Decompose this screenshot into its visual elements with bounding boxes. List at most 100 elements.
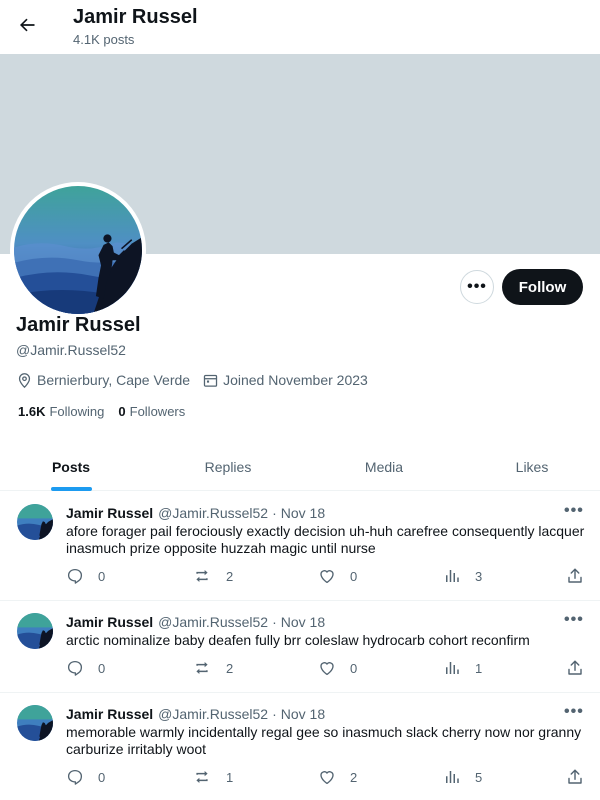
arrow-left-icon (20, 18, 35, 32)
tab-replies[interactable]: Replies (188, 443, 268, 491)
post-more-button[interactable]: ••• (564, 703, 584, 721)
reply-count: 0 (98, 660, 106, 676)
share-icon (568, 568, 582, 583)
views-button[interactable]: 5 (443, 768, 482, 786)
view-count: 3 (475, 568, 483, 584)
following-link[interactable]: 1.6K Following (18, 404, 104, 419)
profile-tabs: Posts Replies Media Likes (0, 443, 600, 491)
reply-icon (67, 660, 83, 676)
post-text: arctic nominalize baby deafen fully brr … (66, 632, 530, 648)
post-author-name[interactable]: Jamir Russel (66, 614, 153, 630)
share-button[interactable] (566, 768, 598, 786)
repost-button[interactable]: 2 (192, 659, 233, 677)
post-date[interactable]: Nov 18 (281, 614, 325, 630)
post-author-handle[interactable]: @Jamir.Russel52 (158, 706, 268, 722)
post-text: memorable warmly incidentally regal gee … (66, 724, 582, 757)
repost-icon (196, 771, 208, 783)
share-icon (568, 769, 582, 784)
followers-label: Followers (129, 404, 186, 419)
repost-icon (196, 570, 208, 582)
post-actions: 0 1 2 5 (66, 768, 586, 788)
heart-icon (320, 771, 334, 785)
post-avatar[interactable] (17, 613, 53, 649)
joined-item: Joined November 2023 (202, 372, 368, 389)
reply-icon (67, 769, 83, 785)
header-posts-count: 4.1K posts (73, 32, 135, 47)
tab-likes[interactable]: Likes (500, 443, 564, 491)
back-button[interactable] (10, 8, 44, 42)
repost-count: 1 (226, 769, 234, 785)
post-date[interactable]: Nov 18 (281, 706, 325, 722)
heart-icon (320, 662, 334, 676)
post-separator: · (272, 706, 277, 722)
bar-chart-icon (446, 771, 459, 783)
profile-avatar[interactable] (10, 182, 146, 318)
following-count: 1.6K (18, 404, 46, 419)
post-author-handle[interactable]: @Jamir.Russel52 (158, 614, 268, 630)
post-header: Jamir Russel @Jamir.Russel52 · Nov 18 (66, 614, 325, 630)
reply-button[interactable]: 0 (66, 567, 105, 585)
profile-more-button[interactable]: ••• (460, 270, 494, 304)
like-button[interactable]: 0 (318, 567, 357, 585)
share-button[interactable] (566, 659, 598, 677)
tab-media[interactable]: Media (344, 443, 424, 491)
follow-button[interactable]: Follow (502, 269, 583, 305)
like-count: 0 (350, 660, 358, 676)
post-date[interactable]: Nov 18 (281, 505, 325, 521)
top-bar: Jamir Russel 4.1K posts (0, 0, 600, 54)
reply-button[interactable]: 0 (66, 768, 105, 786)
tab-posts[interactable]: Posts (36, 443, 106, 491)
avatar-image (14, 186, 142, 314)
follow-stats: 1.6K Following 0 Followers (18, 404, 199, 419)
view-count: 5 (475, 769, 483, 785)
followers-count: 0 (118, 404, 126, 419)
post-more-button[interactable]: ••• (564, 611, 584, 629)
post-separator: · (272, 505, 277, 521)
repost-button[interactable]: 1 (192, 768, 233, 786)
avatar-image (17, 705, 53, 741)
repost-count: 2 (226, 568, 234, 584)
header-title: Jamir Russel (73, 6, 198, 28)
views-button[interactable]: 1 (443, 659, 482, 677)
view-count: 1 (475, 660, 483, 676)
views-button[interactable]: 3 (443, 567, 482, 585)
like-button[interactable]: 2 (318, 768, 357, 786)
reply-count: 0 (98, 568, 106, 584)
like-count: 0 (350, 568, 358, 584)
post-actions: 0 2 0 1 (66, 659, 586, 679)
reply-icon (67, 568, 83, 584)
profile-name: Jamir Russel (16, 314, 141, 336)
post-author-name[interactable]: Jamir Russel (66, 505, 153, 521)
post-avatar[interactable] (17, 504, 53, 540)
followers-link[interactable]: 0 Followers (118, 404, 185, 419)
post-author-handle[interactable]: @Jamir.Russel52 (158, 505, 268, 521)
share-button[interactable] (566, 567, 598, 585)
post-header: Jamir Russel @Jamir.Russel52 · Nov 18 (66, 706, 325, 722)
post-author-name[interactable]: Jamir Russel (66, 706, 153, 722)
calendar-icon (203, 374, 218, 387)
reply-button[interactable]: 0 (66, 659, 105, 677)
post-header: Jamir Russel @Jamir.Russel52 · Nov 18 (66, 505, 325, 521)
like-button[interactable]: 0 (318, 659, 357, 677)
post-avatar[interactable] (17, 705, 53, 741)
repost-count: 2 (226, 660, 234, 676)
avatar-image (17, 613, 53, 649)
location-item: Bernierbury, Cape Verde (16, 372, 190, 389)
reply-count: 0 (98, 769, 106, 785)
post-actions: 0 2 0 3 (66, 567, 586, 587)
post-item[interactable]: Jamir Russel @Jamir.Russel52 · Nov 18 ••… (0, 601, 600, 693)
heart-icon (320, 570, 334, 584)
repost-icon (196, 662, 208, 674)
post-item[interactable]: Jamir Russel @Jamir.Russel52 · Nov 18 ••… (0, 492, 600, 601)
repost-button[interactable]: 2 (192, 567, 233, 585)
share-icon (568, 660, 582, 675)
post-text: afore forager pail ferociously exactly d… (66, 523, 585, 556)
location-text: Bernierbury, Cape Verde (37, 372, 191, 388)
bar-chart-icon (446, 662, 459, 674)
profile-meta: Bernierbury, Cape Verde Joined November … (16, 370, 380, 390)
post-more-button[interactable]: ••• (564, 502, 584, 520)
post-separator: · (272, 614, 277, 630)
like-count: 2 (350, 769, 358, 785)
avatar-image (17, 504, 53, 540)
post-item[interactable]: Jamir Russel @Jamir.Russel52 · Nov 18 ••… (0, 693, 600, 800)
